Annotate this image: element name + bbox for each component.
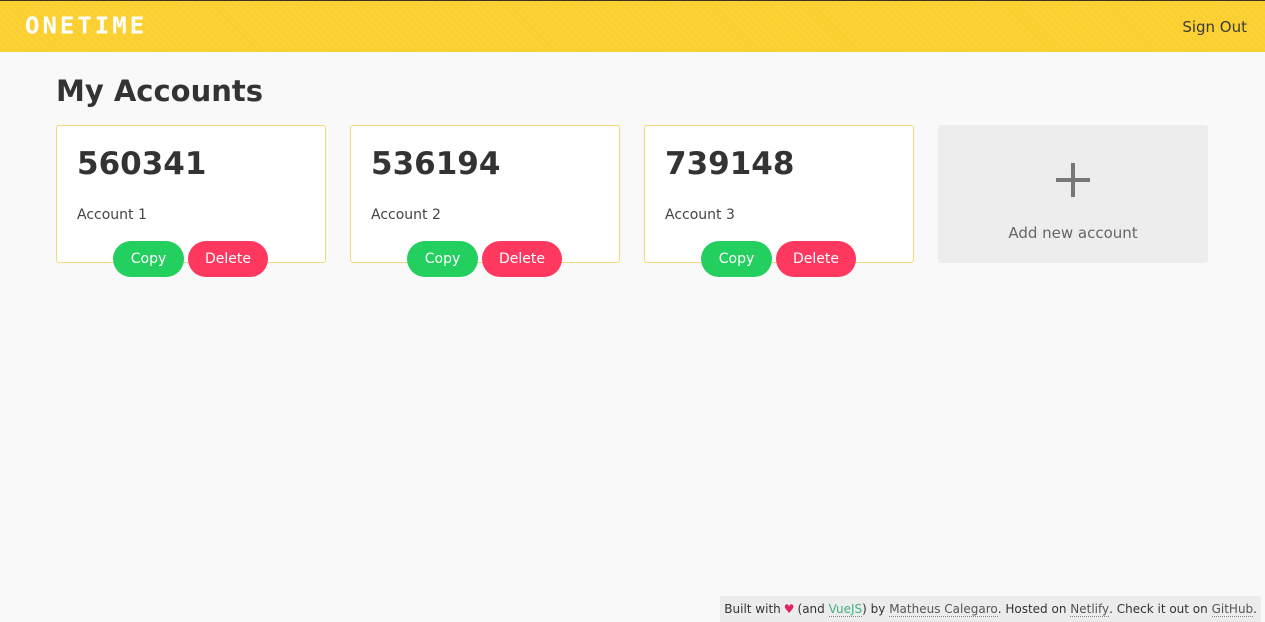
otp-code: 739148 (665, 146, 795, 182)
vuejs-link[interactable]: VueJS (828, 602, 863, 617)
account-card: 560341 Account 1 Copy Delete (56, 125, 326, 277)
copy-button[interactable]: Copy (407, 241, 478, 277)
add-account-label: Add new account (1008, 224, 1138, 242)
footer-text: Built with (724, 602, 781, 616)
delete-button[interactable]: Delete (482, 241, 562, 277)
delete-button[interactable]: Delete (776, 241, 856, 277)
copy-button[interactable]: Copy (701, 241, 772, 277)
plus-icon (1056, 163, 1090, 197)
author-link[interactable]: Matheus Calegaro (889, 602, 998, 617)
account-card: 739148 Account 3 Copy Delete (644, 125, 914, 277)
footer-text: . Hosted on (997, 602, 1067, 616)
footer-text: (and (797, 602, 825, 616)
account-name: Account 3 (665, 207, 735, 223)
account-card: 536194 Account 2 Copy Delete (350, 125, 620, 277)
footer-text: . Check it out on (1109, 602, 1208, 616)
github-link[interactable]: GitHub (1211, 602, 1254, 617)
account-name: Account 1 (77, 207, 147, 223)
sign-out-link[interactable]: Sign Out (1182, 18, 1247, 36)
delete-button[interactable]: Delete (188, 241, 268, 277)
otp-code: 536194 (371, 146, 501, 182)
account-name: Account 2 (371, 207, 441, 223)
add-account-card[interactable]: Add new account (938, 125, 1208, 263)
footer-text: . (1253, 602, 1257, 616)
app-logo[interactable]: ONETIME (25, 13, 147, 40)
netlify-link[interactable]: Netlify (1070, 602, 1110, 617)
otp-code: 560341 (77, 146, 207, 182)
footer-credits: Built with ♥ (and VueJS) by Matheus Cale… (720, 596, 1261, 622)
page-title: My Accounts (56, 74, 264, 108)
footer-text: ) by (862, 602, 886, 616)
top-navbar: ONETIME Sign Out (0, 0, 1265, 52)
copy-button[interactable]: Copy (113, 241, 184, 277)
heart-icon: ♥ (783, 602, 795, 616)
